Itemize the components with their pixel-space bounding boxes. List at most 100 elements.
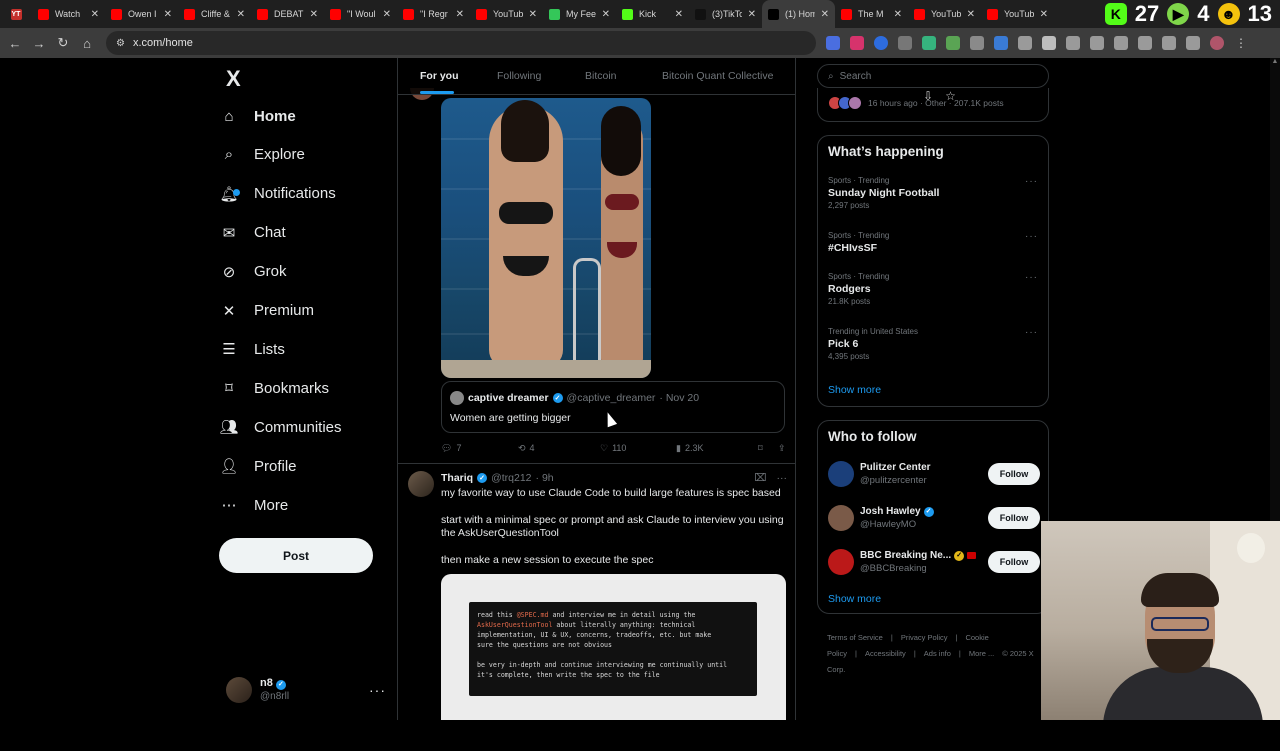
url-field[interactable]: ⚙ x.com/home ⇩ ☆ (106, 31, 956, 103)
browser-tab[interactable]: YouTub ✕ (470, 0, 543, 28)
browser-tab[interactable]: The M ✕ (835, 0, 908, 28)
screenshot-icon[interactable] (1138, 36, 1152, 50)
nav-item-notifications[interactable]: 🔔︎ Notifications (218, 176, 335, 212)
kebab-menu-icon[interactable]: ⋮ (1234, 36, 1248, 50)
browser-tab[interactable]: Watch ✕ (32, 0, 105, 28)
tab-pinned[interactable]: YT (0, 0, 32, 28)
footer-link[interactable]: Terms of Service (827, 633, 883, 642)
extension-icon[interactable] (1018, 36, 1032, 50)
nav-item-explore[interactable]: ⌕ Explore (218, 137, 305, 173)
history-icon[interactable] (1066, 36, 1080, 50)
post-image-code[interactable]: read this @SPEC.md and interview me in d… (441, 574, 786, 720)
extension-icon[interactable] (946, 36, 960, 50)
show-more-link[interactable]: Show more (828, 593, 881, 605)
extension-icon[interactable] (874, 36, 888, 50)
more-dots-icon[interactable]: ··· (1025, 176, 1038, 187)
sidebar-icon[interactable] (1162, 36, 1176, 50)
account-switcher[interactable]: n8 ✓ @n8rll ··· (226, 675, 386, 705)
extension-icon[interactable] (898, 36, 912, 50)
close-icon[interactable]: ✕ (456, 9, 464, 20)
site-info-icon[interactable]: ⚙ (116, 38, 125, 49)
nav-item-bookmarks[interactable]: ⌑ Bookmarks (218, 370, 329, 406)
close-icon[interactable]: ✕ (91, 9, 99, 20)
more-dots-icon[interactable]: ··· (369, 682, 386, 698)
like-button[interactable]: ♡ 110 (600, 443, 676, 454)
devtools-icon[interactable] (1090, 36, 1104, 50)
puzzle-icon[interactable] (1042, 36, 1056, 50)
profile-avatar-icon[interactable] (1210, 36, 1224, 50)
browser-tab[interactable]: (3)TikTo ✕ (689, 0, 762, 28)
trend-item[interactable]: Sports · Trending #CHIvsSF ··· (828, 231, 1040, 256)
more-dots-icon[interactable]: ··· (1025, 327, 1038, 338)
bookmark-button[interactable]: ⌑ (758, 443, 778, 454)
footer-link[interactable]: Accessibility (865, 649, 906, 658)
browser-tab[interactable]: Cliffe & ✕ (178, 0, 251, 28)
close-icon[interactable]: ✕ (310, 9, 318, 20)
nav-item-communities[interactable]: 👥︎ Communities (218, 409, 341, 445)
kick-icon[interactable]: K (1104, 3, 1127, 25)
close-icon[interactable]: ✕ (967, 9, 975, 20)
close-icon[interactable]: ✕ (1040, 9, 1048, 20)
follow-button[interactable]: Follow (988, 507, 1040, 529)
nav-item-more[interactable]: ⋯ More (218, 487, 289, 523)
follow-suggestion[interactable]: Josh Hawley ✓ @HawleyMO Follow (828, 501, 1040, 535)
home-browser-icon[interactable]: ⌂ (75, 36, 99, 51)
extension-icon[interactable] (850, 36, 864, 50)
nav-item-grok[interactable]: ⊘ Grok (218, 254, 287, 290)
author-name[interactable]: Thariq (441, 472, 473, 484)
close-icon[interactable]: ✕ (237, 9, 245, 20)
close-icon[interactable]: ✕ (894, 9, 902, 20)
trend-item[interactable]: Sports · Trending Rodgers 21.8K posts ··… (828, 272, 1040, 306)
browser-tab[interactable]: "I Woul ✕ (324, 0, 397, 28)
follow-suggestion[interactable]: Pulitzer Center @pulitzercenter Follow (828, 457, 1040, 491)
footer-link[interactable]: More ... (969, 649, 994, 658)
nav-item-chat[interactable]: ✉ Chat (218, 215, 286, 251)
close-icon[interactable]: ✕ (383, 9, 391, 20)
post-button[interactable]: Post (219, 538, 373, 573)
tab-following[interactable]: Following (497, 70, 541, 82)
search-input[interactable]: ⌕ Search (817, 64, 1049, 88)
trend-item[interactable]: Sports · Trending Sunday Night Football … (828, 176, 1040, 210)
more-dots-icon[interactable]: ··· (777, 472, 788, 484)
share-button[interactable]: ⇪ (778, 443, 786, 454)
face-icon[interactable]: ☻ (1217, 3, 1240, 25)
footer-link[interactable]: Ads info (924, 649, 951, 658)
x-logo[interactable]: X (226, 66, 241, 92)
nav-item-lists[interactable]: ☰ Lists (218, 331, 285, 367)
tab-for-you[interactable]: For you (420, 70, 459, 82)
browser-tab[interactable]: Owen I ✕ (105, 0, 178, 28)
reload-icon[interactable]: ↻ (51, 35, 75, 51)
follow-suggestion[interactable]: BBC Breaking Ne... ✓ @BBCBreaking Follow (828, 545, 1040, 579)
browser-tab[interactable]: YouTub ✕ (908, 0, 981, 28)
more-dots-icon[interactable]: ··· (1025, 272, 1038, 283)
post-image[interactable] (441, 98, 651, 378)
forward-icon[interactable]: → (27, 36, 51, 51)
trend-card-partial[interactable]: 16 hours ago · Other · 207.1K posts (817, 88, 1049, 122)
play-icon[interactable]: ▶ (1167, 3, 1190, 25)
extension-icon[interactable] (994, 36, 1008, 50)
reply-button[interactable]: 💬︎ 7 (441, 443, 518, 454)
close-icon[interactable]: ✕ (529, 9, 537, 20)
browser-tab[interactable]: DEBATI ✕ (251, 0, 324, 28)
extension-icon[interactable] (970, 36, 984, 50)
close-icon[interactable]: ✕ (675, 9, 683, 20)
grok-icon[interactable]: ⌧ (754, 472, 766, 484)
views-button[interactable]: ▮ 2.3K (676, 443, 758, 454)
url-text[interactable]: x.com/home (133, 37, 193, 49)
close-icon[interactable]: ✕ (164, 9, 172, 20)
post-time[interactable]: · 9h (536, 472, 554, 484)
footer-link[interactable]: Privacy Policy (901, 633, 948, 642)
tab-bitcoin-quant-collective[interactable]: Bitcoin Quant Collective (662, 70, 773, 82)
follow-button[interactable]: Follow (988, 551, 1040, 573)
avatar[interactable] (408, 471, 434, 497)
browser-tab[interactable]: Kick ✕ (616, 0, 689, 28)
menu-icon[interactable] (1186, 36, 1200, 50)
tab-bitcoin[interactable]: Bitcoin (585, 70, 617, 82)
repost-button[interactable]: ⟲ 4 (518, 443, 600, 454)
browser-tab[interactable]: (1) Hom ✕ (762, 0, 835, 28)
follow-button[interactable]: Follow (988, 463, 1040, 485)
nav-item-premium[interactable]: ✕ Premium (218, 293, 314, 329)
close-icon[interactable]: ✕ (821, 9, 829, 20)
extension-icon[interactable] (826, 36, 840, 50)
extension-icon[interactable] (922, 36, 936, 50)
